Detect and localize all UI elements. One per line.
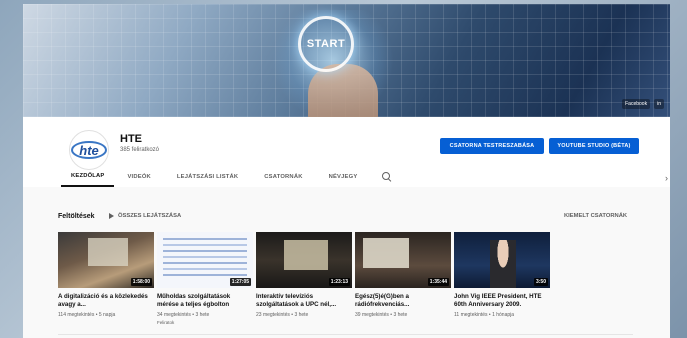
play-all-button[interactable]: ÖSSZES LEJÁTSZÁSA	[109, 213, 181, 219]
channel-banner: START Facebook in	[23, 4, 670, 117]
video-meta: 34 megtekintés • 3 hete	[157, 312, 210, 318]
linkedin-link[interactable]: in	[654, 99, 664, 109]
uploads-section-title[interactable]: Feltöltések	[58, 213, 95, 220]
facebook-link[interactable]: Facebook	[622, 99, 651, 109]
chevron-right-icon[interactable]: ›	[665, 173, 668, 183]
video-thumbnail[interactable]: 3:50	[454, 232, 550, 288]
subscriber-count: 385 feliratkozó	[120, 147, 160, 153]
video-meta: 114 megtekintés • 5 napja	[58, 312, 116, 318]
play-all-label: ÖSSZES LEJÁTSZÁSA	[118, 213, 182, 219]
youtube-channel-page: START Facebook in hte HTE 385 feliratkoz…	[23, 4, 670, 338]
tab-playlists[interactable]: LEJÁTSZÁSI LISTÁK	[164, 167, 251, 187]
video-duration: 1:23:13	[328, 278, 350, 286]
customize-channel-button[interactable]: CSATORNA TESTRESZABÁSA	[440, 138, 544, 154]
youtube-studio-button[interactable]: YOUTUBE STUDIO (BÉTA)	[549, 138, 639, 154]
video-duration: 1:35:44	[427, 278, 449, 286]
video-title[interactable]: Műholdas szolgáltatások mérése a teljes …	[157, 293, 253, 308]
featured-channels-heading: KIEMELT CSATORNÁK	[564, 213, 628, 219]
video-title[interactable]: A digitalizáció és a közlekedés avagy a.…	[58, 293, 154, 308]
avatar-logo-text: hte	[79, 142, 99, 158]
video-title[interactable]: John Vig IEEE President, HTE 60th Annive…	[454, 293, 550, 308]
video-card[interactable]: 1:27:05 Műholdas szolgáltatások mérése a…	[157, 232, 253, 325]
video-card[interactable]: 3:50 John Vig IEEE President, HTE 60th A…	[454, 232, 550, 325]
search-icon[interactable]	[382, 172, 392, 182]
channel-name: HTE	[120, 133, 142, 145]
video-meta: 11 megtekintés • 1 hónapja	[454, 312, 515, 318]
section-divider	[58, 334, 633, 335]
start-circle-graphic: START	[298, 16, 354, 72]
video-duration: 3:50	[533, 278, 548, 286]
video-card[interactable]: 1:35:44 Egész(5)é(G)ben a rádiófrekvenci…	[355, 232, 451, 325]
subtitles-badge: Feliratok	[157, 320, 175, 325]
banner-links: Facebook in	[622, 99, 664, 109]
video-meta: 39 megtekintés • 3 hete	[355, 312, 408, 318]
video-thumbnail[interactable]: 1:35:44	[355, 232, 451, 288]
channel-header: hte HTE 385 feliratkozó CSATORNA TESTRES…	[23, 117, 670, 187]
video-title[interactable]: Egész(5)é(G)ben a rádiófrekvenciás...	[355, 293, 451, 308]
video-shelf: 1:58:00 A digitalizáció és a közlekedés …	[58, 232, 550, 325]
video-thumbnail[interactable]: 1:23:13	[256, 232, 352, 288]
video-title[interactable]: Interaktív televíziós szolgáltatások a U…	[256, 293, 352, 308]
video-thumbnail[interactable]: 1:27:05	[157, 232, 253, 288]
video-card[interactable]: 1:23:13 Interaktív televíziós szolgáltat…	[256, 232, 352, 325]
play-icon	[109, 213, 114, 219]
video-duration: 1:27:05	[229, 278, 251, 286]
video-meta: 23 megtekintés • 3 hete	[256, 312, 309, 318]
banner-hand-image	[308, 64, 378, 117]
tab-about[interactable]: NÉVJEGY	[316, 167, 371, 187]
channel-tabs: KEZDŐLAP VIDEÓK LEJÁTSZÁSI LISTÁK CSATOR…	[61, 167, 392, 187]
tab-home[interactable]: KEZDŐLAP	[61, 167, 115, 187]
tab-channels[interactable]: CSATORNÁK	[251, 167, 315, 187]
channel-avatar[interactable]: hte	[69, 130, 109, 170]
video-thumbnail[interactable]: 1:58:00	[58, 232, 154, 288]
video-duration: 1:58:00	[130, 278, 152, 286]
tab-videos[interactable]: VIDEÓK	[114, 167, 163, 187]
video-card[interactable]: 1:58:00 A digitalizáció és a közlekedés …	[58, 232, 154, 325]
